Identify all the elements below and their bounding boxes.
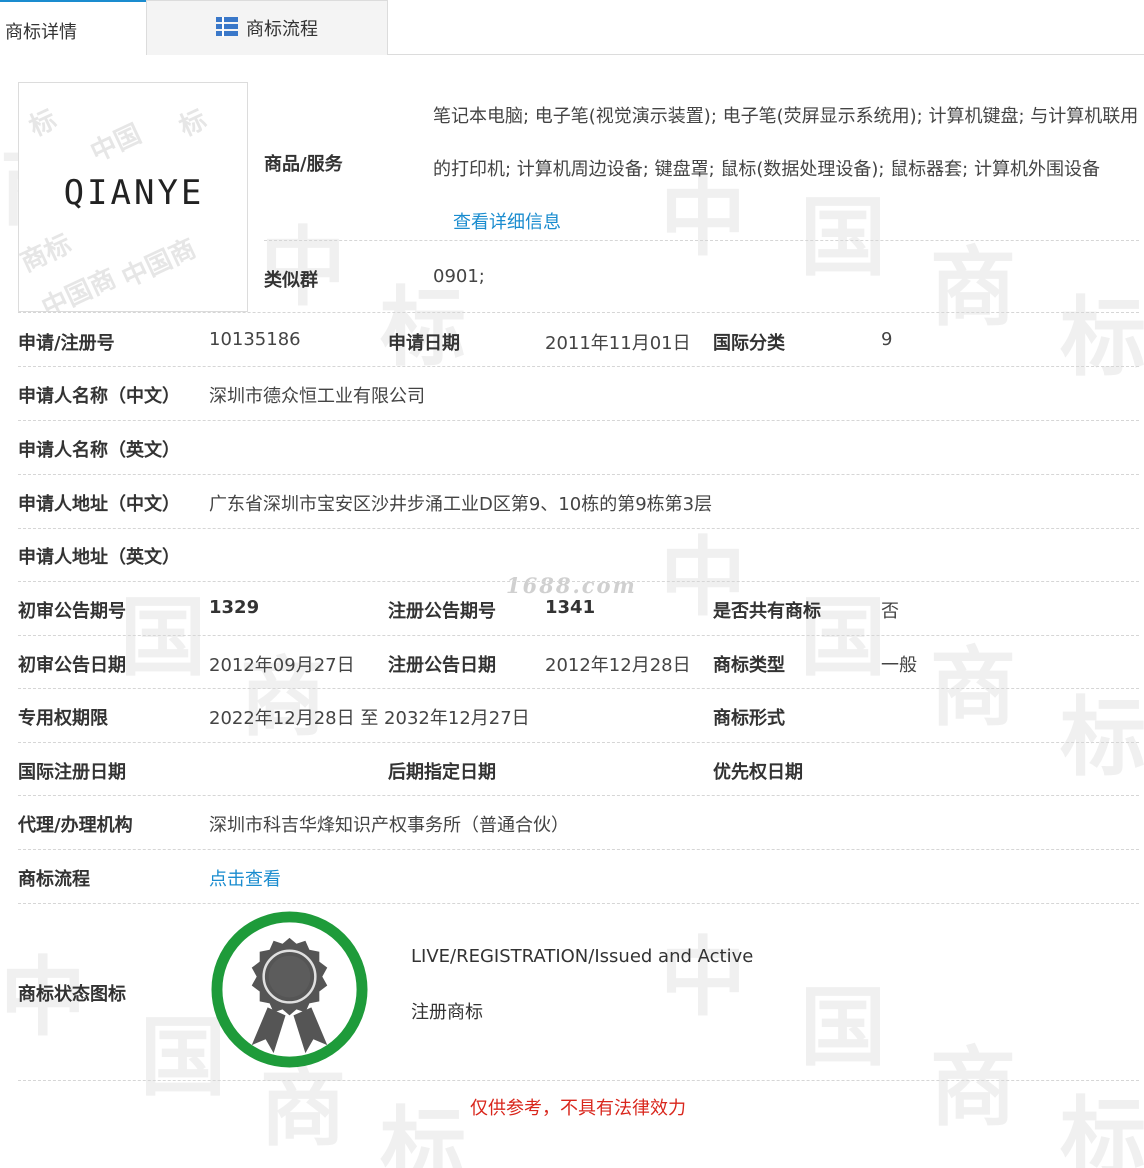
address-cn-label: 申请人地址（中文） bbox=[18, 494, 180, 515]
later-date-label: 后期指定日期 bbox=[388, 762, 496, 783]
reg-date-value: 2012年12月28日 bbox=[545, 655, 691, 676]
prelim-issue-value: 1329 bbox=[209, 597, 260, 618]
shared-value: 否 bbox=[881, 601, 899, 622]
tm-type-label: 商标类型 bbox=[713, 655, 785, 676]
prelim-date-value: 2012年09月27日 bbox=[209, 655, 355, 676]
agent-value: 深圳市科吉华烽知识产权事务所（普通合伙） bbox=[209, 815, 569, 836]
exclusive-period-value: 2022年12月28日 至 2032年12月27日 bbox=[209, 708, 530, 729]
divider bbox=[18, 903, 1139, 904]
divider bbox=[18, 474, 1139, 475]
apply-date-label: 申请日期 bbox=[388, 333, 460, 354]
divider bbox=[18, 742, 1139, 743]
prelim-issue-label: 初审公告期号 bbox=[18, 601, 126, 622]
reg-no-label: 申请/注册号 bbox=[18, 333, 115, 354]
tm-form-label: 商标形式 bbox=[713, 708, 785, 729]
reg-date-label: 注册公告日期 bbox=[388, 655, 496, 676]
divider bbox=[18, 849, 1139, 850]
tm-type-value: 一般 bbox=[881, 655, 917, 676]
status-text-cn: 注册商标 bbox=[411, 1002, 483, 1023]
divider bbox=[18, 528, 1139, 529]
goods-services-text: 笔记本电脑; 电子笔(视觉演示装置); 电子笔(荧屏显示系统用); 计算机键盘;… bbox=[433, 90, 1139, 249]
divider bbox=[18, 581, 1139, 582]
agent-label: 代理/办理机构 bbox=[18, 815, 133, 836]
view-details-link[interactable]: 查看详细信息 bbox=[453, 212, 561, 233]
divider bbox=[18, 635, 1139, 636]
intl-class-label: 国际分类 bbox=[713, 333, 785, 354]
flow-label: 商标流程 bbox=[18, 869, 90, 890]
reg-no-value: 10135186 bbox=[209, 329, 301, 350]
prelim-date-label: 初审公告日期 bbox=[18, 655, 126, 676]
shared-label: 是否共有商标 bbox=[713, 601, 821, 622]
divider bbox=[264, 240, 1139, 241]
list-icon bbox=[216, 17, 238, 37]
trademark-detail-panel: 标 中国 标 商标 中国商 中国商 QIANYE 商品/服务 笔记本电脑; 电子… bbox=[0, 0, 1144, 1168]
address-cn-value: 广东省深圳市宝安区沙井步涌工业D区第9、10栋的第9栋第3层 bbox=[209, 494, 713, 515]
applicant-en-label: 申请人名称（英文） bbox=[18, 440, 180, 461]
similar-group-value: 0901; bbox=[433, 266, 485, 287]
goods-list: 笔记本电脑; 电子笔(视觉演示装置); 电子笔(荧屏显示系统用); 计算机键盘;… bbox=[433, 106, 1139, 180]
view-flow-link[interactable]: 点击查看 bbox=[209, 865, 281, 891]
address-en-label: 申请人地址（英文） bbox=[18, 547, 180, 568]
divider bbox=[18, 795, 1139, 796]
intl-reg-date-label: 国际注册日期 bbox=[18, 762, 126, 783]
registered-badge-icon bbox=[211, 911, 368, 1068]
goods-label: 商品/服务 bbox=[264, 154, 343, 175]
tab-detail-label: 商标详情 bbox=[5, 22, 77, 43]
trademark-logo-text: QIANYE bbox=[63, 173, 205, 213]
tab-trademark-detail[interactable]: 商标详情 bbox=[0, 0, 146, 56]
status-text-en: LIVE/REGISTRATION/Issued and Active bbox=[411, 946, 754, 967]
divider bbox=[18, 688, 1139, 689]
status-label: 商标状态图标 bbox=[18, 984, 126, 1005]
exclusive-period-label: 专用权期限 bbox=[18, 708, 108, 729]
similar-group-label: 类似群 bbox=[264, 270, 318, 291]
applicant-cn-label: 申请人名称（中文） bbox=[18, 386, 180, 407]
tab-trademark-flow[interactable]: 商标流程 bbox=[146, 0, 388, 55]
divider bbox=[18, 1080, 1139, 1081]
applicant-cn-value: 深圳市德众恒工业有限公司 bbox=[209, 386, 425, 407]
divider bbox=[18, 312, 1139, 313]
tab-bar: 商标详情 商标流程 bbox=[0, 0, 1144, 56]
apply-date-value: 2011年11月01日 bbox=[545, 333, 691, 354]
tab-flow-label: 商标流程 bbox=[246, 19, 318, 40]
reg-issue-value: 1341 bbox=[545, 597, 596, 618]
priority-date-label: 优先权日期 bbox=[713, 762, 803, 783]
disclaimer-text: 仅供参考，不具有法律效力 bbox=[470, 1098, 686, 1119]
divider bbox=[18, 366, 1139, 367]
divider bbox=[18, 420, 1139, 421]
reg-issue-label: 注册公告期号 bbox=[388, 601, 496, 622]
trademark-image: 标 中国 标 商标 中国商 中国商 QIANYE bbox=[18, 82, 248, 312]
intl-class-value: 9 bbox=[881, 329, 893, 350]
